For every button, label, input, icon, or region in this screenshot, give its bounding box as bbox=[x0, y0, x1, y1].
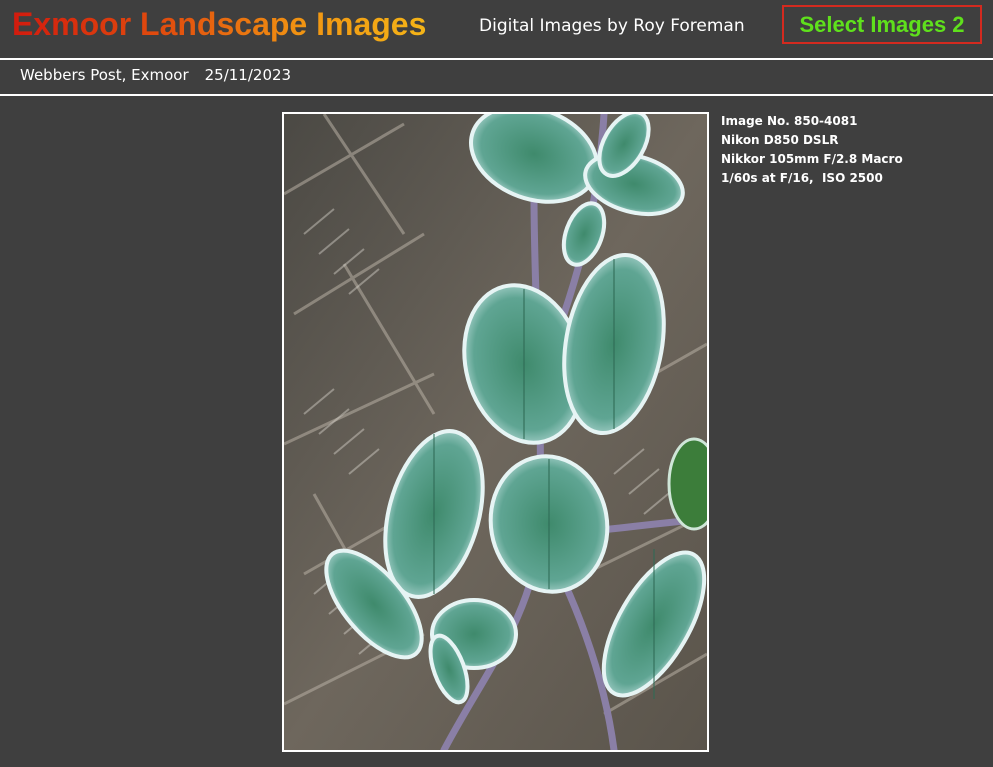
header-divider bbox=[0, 58, 993, 60]
main-photo bbox=[282, 112, 709, 752]
select-images-button[interactable]: Select Images 2 bbox=[782, 5, 982, 44]
frosted-bramble-leaves-photo bbox=[284, 114, 707, 750]
page-header: Exmoor Landscape Images Digital Images b… bbox=[0, 0, 993, 58]
image-date: 25/11/2023 bbox=[204, 66, 292, 84]
image-location: Webbers Post, Exmoor bbox=[20, 66, 189, 84]
lens-model: Nikkor 105mm F/2.8 Macro bbox=[721, 152, 903, 166]
camera-model: Nikon D850 DSLR bbox=[721, 133, 839, 147]
site-title: Exmoor Landscape Images bbox=[12, 6, 427, 42]
exposure-settings: 1/60s at F/16, ISO 2500 bbox=[721, 171, 883, 185]
image-info-panel: Image No. 850-4081 Nikon D850 DSLR Nikkor … bbox=[721, 112, 903, 188]
image-number: Image No. 850-4081 bbox=[721, 114, 858, 128]
author-credit: Digital Images by Roy Foreman bbox=[479, 16, 745, 36]
image-location-bar: Webbers Post, Exmoor 25/11/2023 bbox=[20, 66, 291, 84]
subheader-divider bbox=[0, 94, 993, 96]
